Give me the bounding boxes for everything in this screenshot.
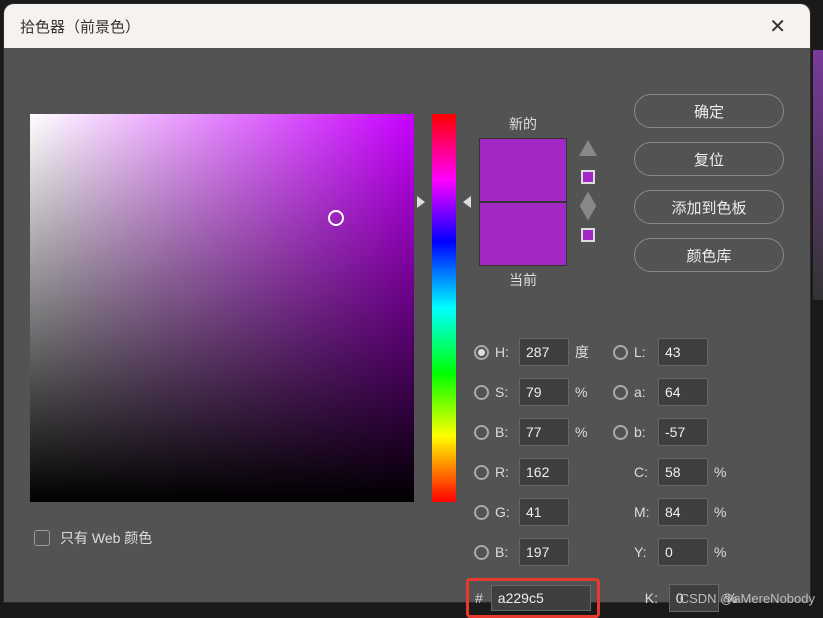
input-b-hsb[interactable]	[519, 418, 569, 446]
unit-b-hsb: %	[575, 424, 595, 440]
label-k: K:	[645, 590, 669, 606]
input-g[interactable]	[519, 498, 569, 526]
label-h: H:	[495, 344, 519, 360]
ok-button[interactable]: 确定	[634, 94, 784, 128]
titlebar: 拾色器（前景色） ✕	[4, 4, 810, 48]
radio-a[interactable]	[613, 385, 628, 400]
radio-g[interactable]	[474, 505, 489, 520]
input-b-rgb[interactable]	[519, 538, 569, 566]
web-only-label: 只有 Web 颜色	[60, 528, 152, 548]
unit-s: %	[575, 384, 595, 400]
input-a[interactable]	[658, 378, 708, 406]
label-r: R:	[495, 464, 519, 480]
input-l[interactable]	[658, 338, 708, 366]
hue-arrow-right-icon[interactable]	[463, 196, 471, 208]
current-color-swatch[interactable]	[479, 202, 567, 266]
radio-l[interactable]	[613, 345, 628, 360]
hue-arrow-left-icon[interactable]	[417, 196, 425, 208]
dialog-body: 新的 当前 确定 复位 添加到色板 颜色库 只有 Web 颜色 H:	[4, 48, 810, 68]
radio-r[interactable]	[474, 465, 489, 480]
hex-label: #	[475, 590, 483, 606]
sv-cursor-icon[interactable]	[328, 210, 344, 226]
numeric-inputs: H: 度 L: S: % a:	[474, 332, 794, 618]
swatch-area: 新的 当前	[479, 114, 567, 294]
radio-h[interactable]	[474, 345, 489, 360]
input-y[interactable]	[658, 538, 708, 566]
input-m[interactable]	[658, 498, 708, 526]
label-m: M:	[634, 504, 658, 520]
current-color-label: 当前	[479, 270, 567, 290]
radio-s[interactable]	[474, 385, 489, 400]
unit-m: %	[714, 504, 734, 520]
unit-y: %	[714, 544, 734, 560]
input-c[interactable]	[658, 458, 708, 486]
input-s[interactable]	[519, 378, 569, 406]
button-column: 确定 复位 添加到色板 颜色库	[634, 94, 784, 272]
hex-input[interactable]	[491, 585, 591, 611]
radio-b-lab[interactable]	[613, 425, 628, 440]
cube-icon[interactable]	[580, 192, 597, 221]
color-picker-dialog: 拾色器（前景色） ✕ 新的 当前 确定 复位 添加到色板 颜色库	[3, 3, 811, 603]
web-only-checkbox[interactable]	[34, 530, 50, 546]
warning-icons	[579, 140, 597, 242]
radio-b-rgb[interactable]	[474, 545, 489, 560]
label-g: G:	[495, 504, 519, 520]
input-h[interactable]	[519, 338, 569, 366]
watermark: CSDN @aMereNobody	[680, 591, 815, 606]
input-r[interactable]	[519, 458, 569, 486]
new-color-swatch[interactable]	[479, 138, 567, 202]
label-b-rgb: B:	[495, 544, 519, 560]
websafe-swatch-icon[interactable]	[581, 228, 595, 242]
background-edge	[813, 50, 823, 300]
gamut-swatch-icon[interactable]	[581, 170, 595, 184]
label-y: Y:	[634, 544, 658, 560]
unit-h: 度	[575, 342, 595, 362]
unit-c: %	[714, 464, 734, 480]
label-b-hsb: B:	[495, 424, 519, 440]
color-library-button[interactable]: 颜色库	[634, 238, 784, 272]
label-s: S:	[495, 384, 519, 400]
label-b-lab: b:	[634, 424, 658, 440]
saturation-value-field[interactable]	[30, 114, 414, 502]
web-only-row: 只有 Web 颜色	[34, 528, 152, 548]
label-a: a:	[634, 384, 658, 400]
input-b-lab[interactable]	[658, 418, 708, 446]
radio-b-hsb[interactable]	[474, 425, 489, 440]
hex-highlight-box: #	[466, 578, 600, 618]
new-color-label: 新的	[479, 114, 567, 134]
dialog-title: 拾色器（前景色）	[20, 16, 140, 37]
add-swatch-button[interactable]: 添加到色板	[634, 190, 784, 224]
hue-slider[interactable]	[432, 114, 456, 502]
close-icon[interactable]: ✕	[761, 10, 794, 43]
label-l: L:	[634, 344, 658, 360]
gamut-warning-icon[interactable]	[579, 140, 597, 156]
label-c: C:	[634, 464, 658, 480]
reset-button[interactable]: 复位	[634, 142, 784, 176]
